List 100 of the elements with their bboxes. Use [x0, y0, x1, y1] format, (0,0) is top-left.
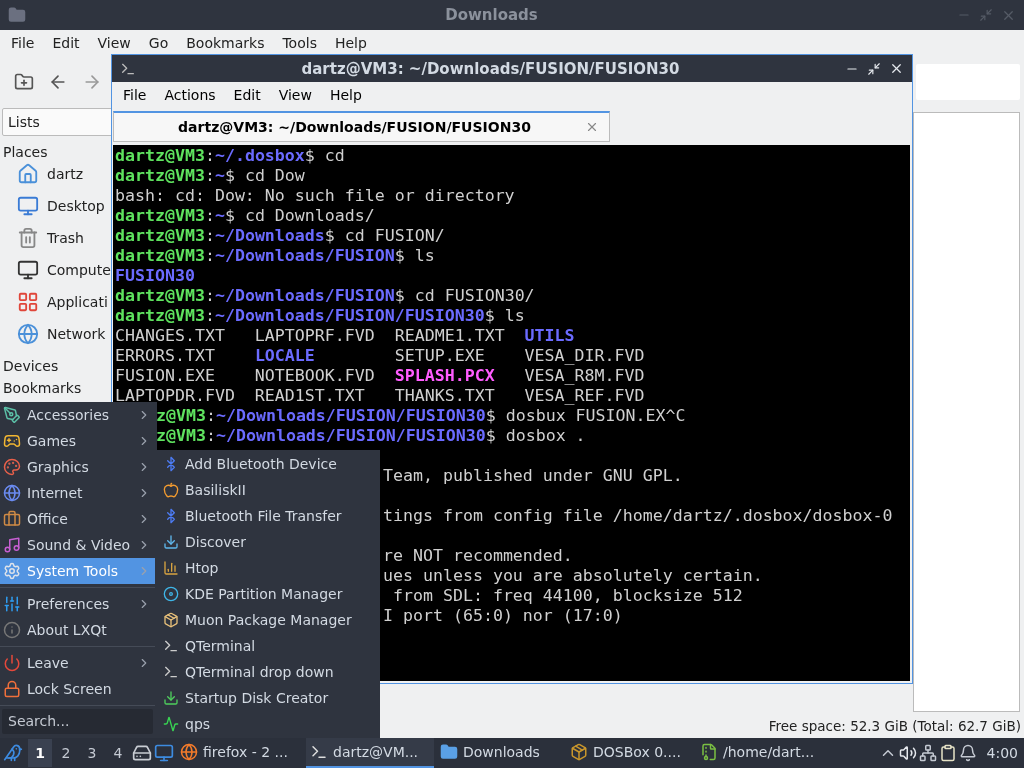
menu-item[interactable]: View [269, 87, 321, 103]
menu-entry[interactable]: Add Bluetooth Device [155, 451, 380, 477]
download-icon [163, 534, 179, 550]
section-header: Places [2, 143, 49, 158]
place-item[interactable]: Compute [47, 262, 111, 278]
globe-icon [180, 743, 198, 761]
menu-entry[interactable]: Accessories [0, 402, 157, 428]
menu-entry[interactable]: BasiliskII [155, 477, 380, 503]
close-icon[interactable] [889, 61, 904, 76]
settings-icon [3, 562, 21, 580]
menu-entry[interactable]: Startup Disk Creator [155, 685, 380, 711]
menu-entry[interactable]: Graphics [0, 454, 157, 480]
side-pane-select[interactable]: Lists [2, 108, 114, 136]
menu-item[interactable]: File [114, 87, 156, 103]
menu-entry[interactable]: QTerminal drop down [155, 659, 380, 685]
menu-item[interactable]: Actions [155, 87, 225, 103]
restore-icon[interactable] [867, 61, 881, 76]
menu-item[interactable]: Edit [43, 35, 89, 51]
menu-item[interactable]: Bookmarks [177, 35, 274, 51]
task-button[interactable]: dartz@VM... [306, 738, 434, 768]
menu-entry[interactable]: Discover [155, 529, 380, 555]
menu-entry[interactable]: Internet [0, 480, 157, 506]
desktop-switcher[interactable]: 4 [106, 739, 130, 767]
archive-icon [700, 743, 718, 761]
menu-entry[interactable]: Preferences [0, 590, 157, 617]
clock[interactable]: 4:00 [978, 745, 1024, 761]
menu-entry[interactable]: qps [155, 711, 380, 737]
file-cabinet-icon[interactable] [132, 743, 152, 763]
prompt-user: dartz@VM3 [115, 206, 205, 225]
place-item[interactable]: Desktop [47, 198, 105, 214]
menu-item[interactable]: Go [139, 35, 178, 51]
computer-icon [17, 259, 39, 281]
apple-icon [163, 482, 179, 498]
show-desktop-icon[interactable] [154, 743, 174, 763]
menu-entry[interactable]: Games [0, 428, 157, 454]
close-tab-icon[interactable] [585, 120, 599, 134]
terminal-text: CHANGES.TXT LAPTOPRF.FVD README1.TXT [115, 326, 506, 345]
volume-icon[interactable] [898, 744, 917, 762]
terminal-text: ues unless you are absolutely certain. [383, 566, 763, 585]
package-icon [163, 612, 179, 628]
trash-icon [17, 227, 39, 249]
prompt-user: dartz@VM3 [115, 306, 205, 325]
place-item[interactable]: Trash [47, 230, 84, 246]
menu-item[interactable]: Edit [224, 87, 270, 103]
power-icon [3, 653, 21, 672]
menu-entry[interactable]: Muon Package Manager [155, 607, 380, 633]
menu-item[interactable]: View [88, 35, 140, 51]
prompt-path: ~ [214, 166, 225, 185]
prompt-path: ~/Downloads/FUSION/FUSION30 [215, 406, 486, 425]
prompt-user: dartz@VM3 [115, 246, 205, 265]
menu-entry[interactable]: KDE Partition Manager [155, 581, 380, 607]
menu-item[interactable]: Help [320, 87, 371, 103]
notification-icon[interactable] [958, 744, 977, 762]
place-item[interactable]: Applicati [47, 294, 108, 310]
menu-entry[interactable]: Lock Screen [0, 675, 157, 702]
task-button[interactable]: Downloads [436, 738, 564, 768]
terminal-text: $ ls [484, 306, 525, 325]
gamepad-icon [3, 432, 21, 450]
download-icon [163, 690, 179, 706]
menu-entry[interactable]: Bluetooth File Transfer [155, 503, 380, 529]
clipboard-icon[interactable] [938, 744, 957, 762]
task-button[interactable]: /home/dart... [696, 738, 824, 768]
desktop-switcher[interactable]: 3 [80, 739, 104, 767]
terminal-text: ERRORS.TXT [115, 346, 216, 365]
menu-entry[interactable]: Leave [0, 649, 157, 676]
menu-entry[interactable]: Office [0, 506, 157, 532]
place-item[interactable]: dartz [47, 166, 84, 182]
prompt-user: z@VM3 [156, 406, 206, 425]
terminal-text: $ cd FUSION30/ [394, 286, 535, 305]
menu-item[interactable]: Tools [273, 35, 326, 51]
music-icon [3, 536, 21, 554]
task-button[interactable]: firefox - 2 ... [176, 738, 304, 768]
info-icon [3, 620, 21, 639]
menu-item[interactable]: Help [325, 35, 376, 51]
desktop-switcher[interactable]: 2 [54, 739, 78, 767]
terminal-text: I port (65:0) nor (17:0) [383, 606, 623, 625]
menu-entry[interactable]: Htop [155, 555, 380, 581]
prompt-path: ~/Downloads [214, 226, 325, 245]
terminal-tab[interactable]: dartz@VM3: ~/Downloads/FUSION/FUSION30 [113, 111, 610, 142]
terminal-text: from SDL: freq 44100, blocksize 512 [392, 586, 743, 605]
task-button[interactable]: DOSBox 0.... [566, 738, 694, 768]
network-icon[interactable] [918, 744, 937, 762]
search-field[interactable]: Search... [2, 708, 153, 734]
palette-icon [3, 458, 21, 476]
menu-item[interactable]: File [2, 35, 44, 51]
terminal-text: $ cd [304, 146, 345, 165]
prompt-path: ~/Downloads/FUSION/FUSION30 [215, 426, 486, 445]
desktop-switcher[interactable]: 1 [28, 739, 52, 767]
package-icon [570, 743, 588, 761]
menu-entry[interactable]: Sound & Video [0, 532, 157, 558]
menu-entry[interactable]: About LXQt [0, 616, 157, 643]
home-folder-icon [17, 163, 39, 185]
place-item[interactable]: Network [47, 326, 106, 342]
prompt-path: ~/.dosbox [214, 146, 305, 165]
briefcase-icon [3, 510, 21, 528]
menu-entry[interactable]: QTerminal [155, 633, 380, 659]
terminal-text: : [204, 146, 215, 165]
new-tab-icon[interactable] [14, 72, 34, 92]
terminal-text: : [205, 426, 216, 445]
terminal-icon [163, 638, 179, 654]
